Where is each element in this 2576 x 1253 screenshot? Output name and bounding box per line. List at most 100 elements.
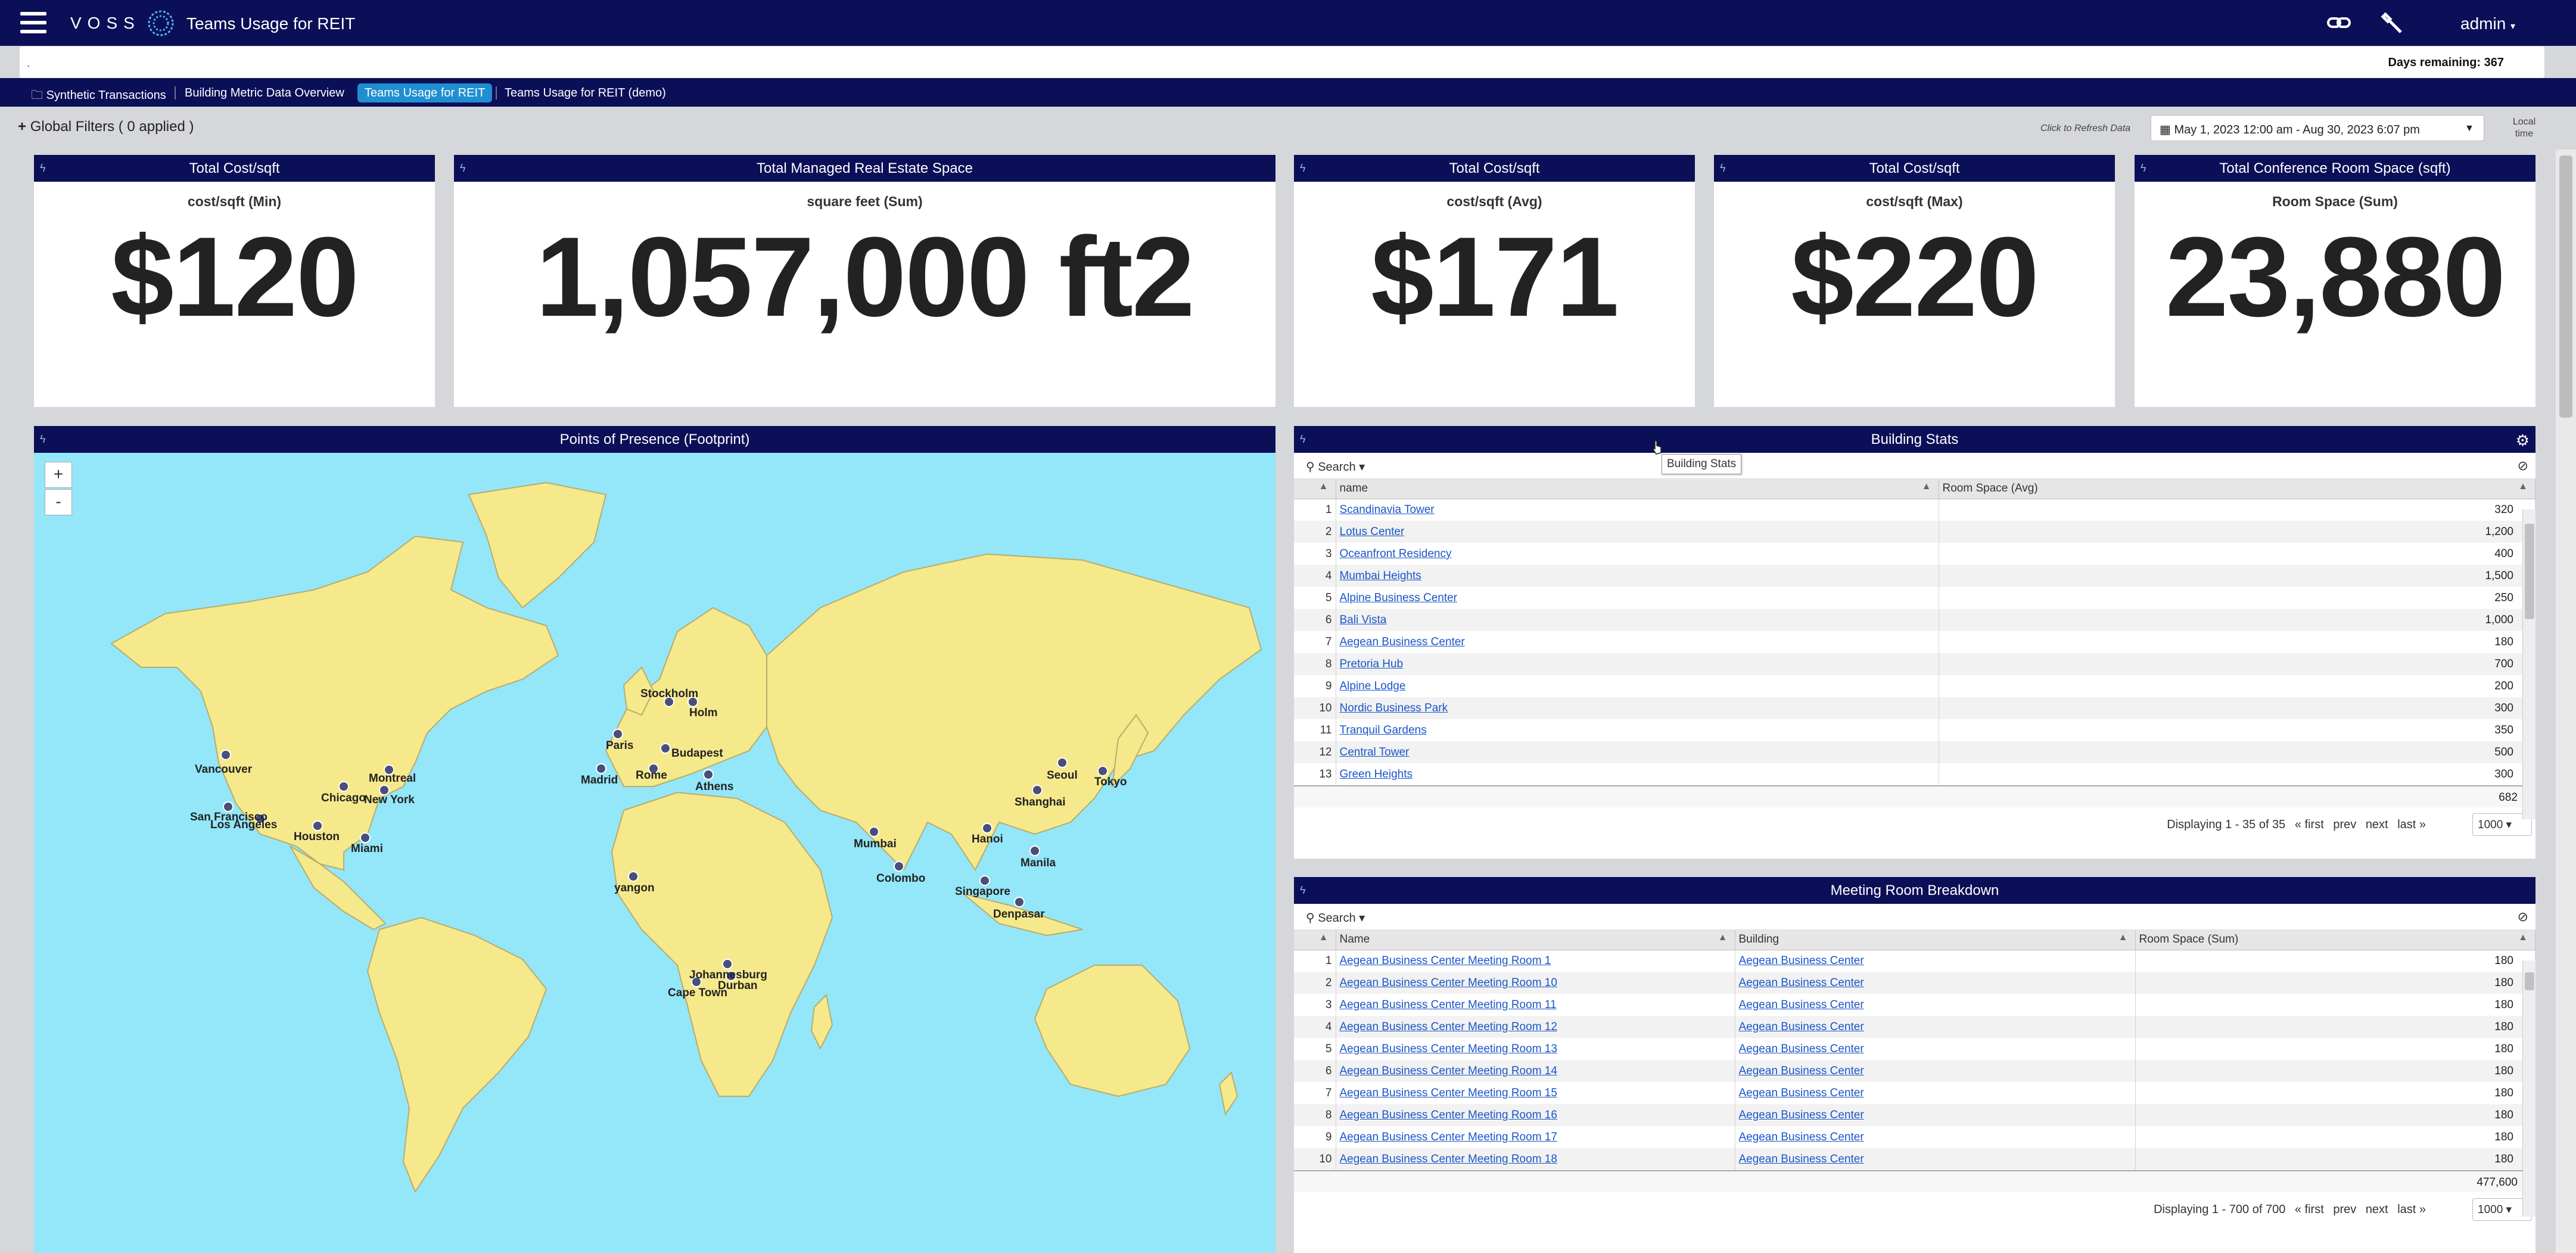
map-marker-paris[interactable]	[612, 729, 623, 739]
pager-prev-link[interactable]: prev	[2333, 818, 2356, 831]
column-header-rownum[interactable]: ▲	[1294, 930, 1336, 950]
map-marker-shanghai[interactable]	[1032, 785, 1043, 795]
voss-logo[interactable]: VOSS	[70, 7, 178, 39]
link-icon[interactable]	[2326, 11, 2352, 35]
building-link[interactable]: Tranquil Gardens	[1340, 724, 1427, 736]
building-link[interactable]: Pretoria Hub	[1340, 658, 1404, 670]
scroll-thumb[interactable]	[2525, 972, 2534, 990]
map-marker-miami[interactable]	[360, 832, 371, 843]
building-link[interactable]: Aegean Business Center	[1739, 954, 1864, 967]
map-marker-singapore[interactable]	[979, 875, 990, 886]
building-link[interactable]: Aegean Business Center	[1739, 1021, 1864, 1033]
global-filters-toggle[interactable]: + Global Filters ( 0 applied )	[18, 119, 194, 135]
map-marker-johannesburg[interactable]	[722, 959, 733, 969]
table-row[interactable]: 2 Aegean Business Center Meeting Room 10 A…	[1294, 972, 2535, 994]
grid-scrollbar[interactable]	[2522, 960, 2535, 1217]
wrench-icon[interactable]	[2379, 11, 2406, 35]
pager-first-link[interactable]: « first	[2295, 1203, 2324, 1216]
building-link[interactable]: Aegean Business Center	[1739, 1153, 1864, 1165]
table-row[interactable]: 5 Alpine Business Center 250	[1294, 587, 2535, 609]
column-header-room-space-avg[interactable]: Room Space (Avg) ▲	[1939, 479, 2535, 499]
building-link[interactable]: Mumbai Heights	[1340, 570, 1421, 582]
room-link[interactable]: Aegean Business Center Meeting Room 1	[1340, 954, 1551, 967]
clear-filter-icon[interactable]: ⊘	[2518, 458, 2528, 474]
pager-last-link[interactable]: last »	[2397, 818, 2426, 831]
table-row[interactable]: 12 Central Tower 500	[1294, 741, 2535, 763]
room-link[interactable]: Aegean Business Center Meeting Room 10	[1340, 977, 1557, 989]
map-marker-san-francisco[interactable]	[223, 801, 234, 812]
table-row[interactable]: 10 Nordic Business Park 300	[1294, 697, 2535, 719]
building-link[interactable]: Scandinavia Tower	[1340, 503, 1435, 516]
map-marker-athens[interactable]	[703, 769, 714, 780]
table-row[interactable]: 4 Mumbai Heights 1,500	[1294, 565, 2535, 587]
building-link[interactable]: Aegean Business Center	[1739, 977, 1864, 989]
pager-next-link[interactable]: next	[2366, 1203, 2388, 1216]
building-link[interactable]: Aegean Business Center	[1739, 1065, 1864, 1077]
grid-scrollbar[interactable]	[2522, 509, 2535, 819]
room-link[interactable]: Aegean Business Center Meeting Room 12	[1340, 1021, 1557, 1033]
map-marker-madrid[interactable]	[596, 763, 606, 774]
table-row[interactable]: 13 Green Heights 300	[1294, 763, 2535, 785]
tab-synthetic-transactions[interactable]: 🗀 Synthetic Transactions	[24, 83, 173, 102]
table-row[interactable]: 3 Aegean Business Center Meeting Room 11 A…	[1294, 994, 2535, 1016]
tab-teams-usage-for-reit[interactable]: Teams Usage for REIT	[357, 83, 493, 102]
table-row[interactable]: 4 Aegean Business Center Meeting Room 12 A…	[1294, 1016, 2535, 1038]
building-link[interactable]: Nordic Business Park	[1340, 702, 1448, 714]
column-header-building[interactable]: Building ▲	[1735, 930, 2136, 950]
table-row[interactable]: 2 Lotus Center 1,200	[1294, 521, 2535, 543]
map-zoom-out-button[interactable]: -	[45, 489, 72, 515]
building-link[interactable]: Aegean Business Center	[1739, 1087, 1864, 1099]
building-link[interactable]: Aegean Business Center	[1739, 1131, 1864, 1143]
local-time-toggle[interactable]: Local time	[2503, 116, 2545, 140]
building-link[interactable]: Green Heights	[1340, 768, 1413, 781]
world-map[interactable]: Vancouver Montreal Chicago New York San …	[34, 453, 1275, 1253]
room-link[interactable]: Aegean Business Center Meeting Room 15	[1340, 1087, 1557, 1099]
pager-prev-link[interactable]: prev	[2333, 1203, 2356, 1216]
map-marker-seoul[interactable]	[1057, 757, 1068, 768]
building-link[interactable]: Central Tower	[1340, 746, 1410, 758]
table-row[interactable]: 3 Oceanfront Residency 400	[1294, 543, 2535, 565]
room-link[interactable]: Aegean Business Center Meeting Room 13	[1340, 1043, 1557, 1055]
room-link[interactable]: Aegean Business Center Meeting Room 16	[1340, 1109, 1557, 1121]
table-row[interactable]: 1 Aegean Business Center Meeting Room 1 Ae…	[1294, 950, 2535, 972]
hamburger-menu-icon[interactable]	[20, 12, 46, 33]
table-row[interactable]: 5 Aegean Business Center Meeting Room 13 A…	[1294, 1038, 2535, 1060]
page-scroll-thumb[interactable]	[2559, 156, 2572, 418]
tab-building-metric-data-overview[interactable]: Building Metric Data Overview	[178, 83, 351, 102]
refresh-data-link[interactable]: Click to Refresh Data	[2040, 123, 2130, 134]
user-menu[interactable]: admin ▾	[2460, 14, 2515, 33]
gear-icon[interactable]: ⚙	[2516, 427, 2530, 454]
table-row[interactable]: 10 Aegean Business Center Meeting Room 18…	[1294, 1148, 2535, 1170]
date-range-picker[interactable]: ▦ May 1, 2023 12:00 am - Aug 30, 2023 6:…	[2151, 115, 2484, 141]
map-marker-hanoi[interactable]	[982, 823, 993, 834]
table-row[interactable]: 8 Pretoria Hub 700	[1294, 653, 2535, 675]
scroll-thumb[interactable]	[2525, 524, 2534, 619]
building-link[interactable]: Aegean Business Center	[1739, 1043, 1864, 1055]
map-marker-mumbai[interactable]	[869, 826, 879, 837]
tab-teams-usage-for-reit-demo[interactable]: Teams Usage for REIT (demo)	[497, 83, 673, 102]
map-marker-houston[interactable]	[312, 820, 323, 831]
room-link[interactable]: Aegean Business Center Meeting Room 14	[1340, 1065, 1557, 1077]
map-marker-yangon[interactable]	[628, 871, 639, 882]
building-link[interactable]: Bali Vista	[1340, 614, 1387, 626]
room-link[interactable]: Aegean Business Center Meeting Room 11	[1340, 999, 1557, 1011]
building-link[interactable]: Oceanfront Residency	[1340, 548, 1452, 560]
column-header-room-space-sum[interactable]: Room Space (Sum) ▲	[2135, 930, 2535, 950]
room-link[interactable]: Aegean Business Center Meeting Room 18	[1340, 1153, 1557, 1165]
table-row[interactable]: 9 Aegean Business Center Meeting Room 17 A…	[1294, 1126, 2535, 1148]
map-marker-tokyo[interactable]	[1097, 766, 1108, 776]
building-link[interactable]: Aegean Business Center	[1340, 636, 1465, 648]
building-link[interactable]: Aegean Business Center	[1739, 999, 1864, 1011]
building-link[interactable]: Alpine Lodge	[1340, 680, 1406, 692]
building-link[interactable]: Alpine Business Center	[1340, 592, 1458, 604]
grid-search-menu[interactable]: ⚲ Search ▾	[1306, 459, 1365, 474]
map-marker-denpasar[interactable]	[1014, 897, 1025, 907]
table-row[interactable]: 6 Aegean Business Center Meeting Room 14 A…	[1294, 1060, 2535, 1082]
table-row[interactable]: 6 Bali Vista 1,000	[1294, 609, 2535, 631]
map-zoom-in-button[interactable]: +	[45, 462, 72, 488]
room-link[interactable]: Aegean Business Center Meeting Room 17	[1340, 1131, 1557, 1143]
column-header-rownum[interactable]: ▲	[1294, 479, 1336, 499]
map-marker-chicago[interactable]	[338, 781, 349, 792]
table-row[interactable]: 8 Aegean Business Center Meeting Room 16 A…	[1294, 1104, 2535, 1126]
map-marker-vancouver[interactable]	[220, 750, 231, 760]
